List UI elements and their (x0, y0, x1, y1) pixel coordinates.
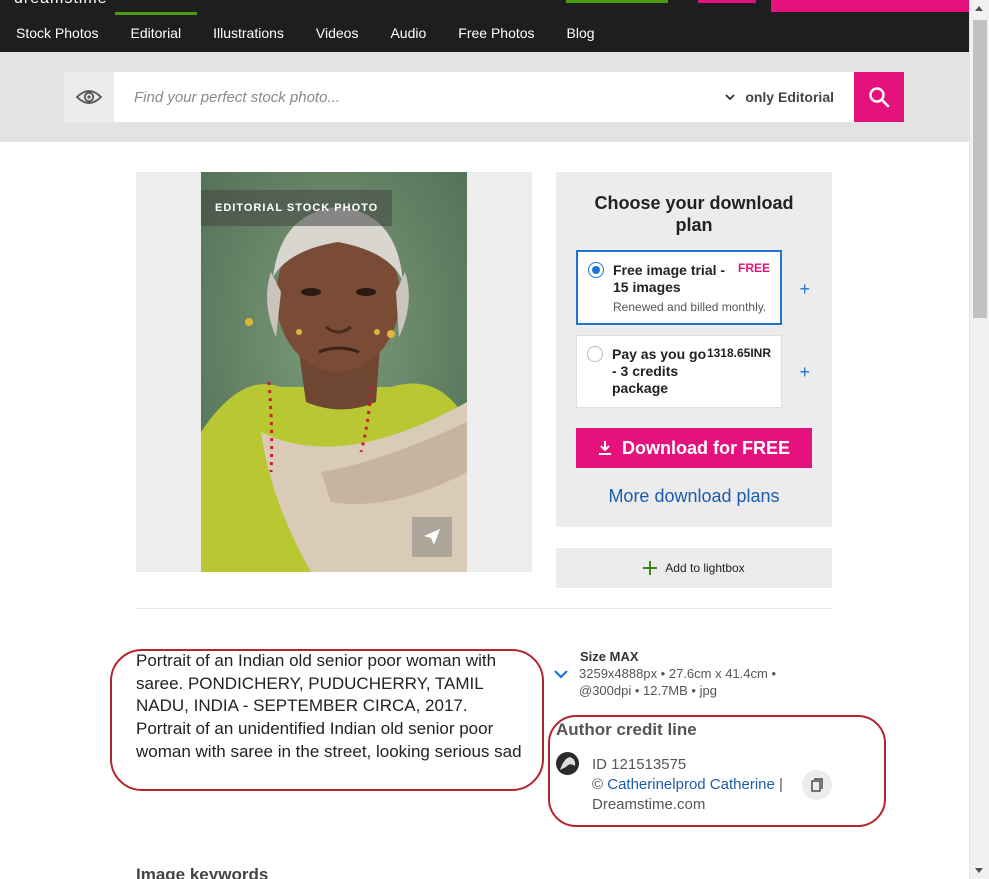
search-input[interactable] (114, 88, 726, 106)
cart-button-edge[interactable] (698, 0, 756, 3)
plan-name: Free image trial - 15 images (613, 262, 726, 295)
section-divider (136, 608, 832, 609)
plus-icon (643, 561, 658, 575)
plan-name: Pay as you go - 3 credits package (612, 346, 707, 396)
share-button[interactable] (412, 517, 452, 557)
download-button[interactable]: Download for FREE (576, 428, 812, 468)
plan-panel-title: Choose your download plan (594, 193, 794, 235)
editorial-badge: EDITORIAL STOCK PHOTO (201, 190, 393, 226)
nav-illustrations[interactable]: Illustrations (197, 22, 300, 44)
plan-radio-pay-as-you-go[interactable] (587, 346, 603, 362)
scroll-up-arrow[interactable] (975, 6, 983, 11)
chevron-down-icon[interactable] (554, 666, 568, 684)
plan-price: FREE (737, 261, 770, 275)
search-bar: only Editorial (64, 72, 904, 122)
more-download-plans-link[interactable]: More download plans (556, 486, 832, 507)
scroll-down-arrow[interactable] (975, 868, 983, 873)
eye-icon[interactable] (64, 72, 114, 122)
nav-editorial[interactable]: Editorial (114, 12, 198, 44)
site-logo[interactable]: dreamstime (14, 0, 108, 8)
size-title[interactable]: Size MAX (580, 649, 639, 664)
download-plan-panel: Choose your download plan Free image tri… (556, 172, 832, 527)
portrait-photo-image (201, 172, 467, 572)
annotation-oval (548, 715, 886, 827)
annotation-oval (110, 649, 544, 791)
account-button-edge[interactable] (566, 0, 668, 3)
download-button-label: Download for FREE (622, 437, 790, 458)
nav-stock-photos[interactable]: Stock Photos (0, 22, 115, 44)
nav-blog[interactable]: Blog (551, 22, 611, 44)
nav-videos[interactable]: Videos (300, 22, 375, 44)
image-keywords-heading: Image keywords (136, 865, 269, 879)
search-filter-label: only Editorial (745, 89, 834, 105)
size-details: 3259x4888px • 27.6cm x 41.4cm • @300dpi … (579, 666, 776, 698)
scrollbar-thumb[interactable] (973, 20, 987, 318)
download-icon (599, 441, 611, 455)
plan-option-pay-as-you-go[interactable]: Pay as you go - 3 credits package 1318.6… (576, 335, 782, 408)
nav-audio[interactable]: Audio (374, 22, 442, 44)
plan-radio-free-trial[interactable] (588, 262, 604, 278)
add-to-lightbox-button[interactable]: Add to lightbox (556, 548, 832, 588)
paper-plane-icon (424, 529, 440, 545)
plus-icon[interactable]: + (799, 362, 810, 383)
search-icon (869, 87, 890, 108)
image-preview: EDITORIAL STOCK PHOTO (136, 172, 532, 572)
main-nav: Stock Photos Editorial Illustrations Vid… (0, 12, 611, 44)
plan-price: 1318.65INR (706, 346, 771, 360)
signup-button-edge[interactable] (771, 0, 969, 12)
plus-icon[interactable]: + (799, 279, 810, 300)
search-button[interactable] (854, 72, 904, 122)
search-filter-dropdown[interactable]: only Editorial (725, 89, 854, 105)
chevron-down-icon (725, 93, 735, 100)
nav-free-photos[interactable]: Free Photos (442, 22, 550, 44)
plan-option-free-trial[interactable]: Free image trial - 15 images Renewed and… (576, 250, 782, 325)
plan-subtitle: Renewed and billed monthly. (613, 300, 767, 314)
search-band: only Editorial (0, 52, 969, 142)
page-scrollbar[interactable] (969, 0, 989, 879)
add-to-lightbox-label: Add to lightbox (665, 561, 745, 575)
stock-photo[interactable]: EDITORIAL STOCK PHOTO (201, 172, 467, 572)
